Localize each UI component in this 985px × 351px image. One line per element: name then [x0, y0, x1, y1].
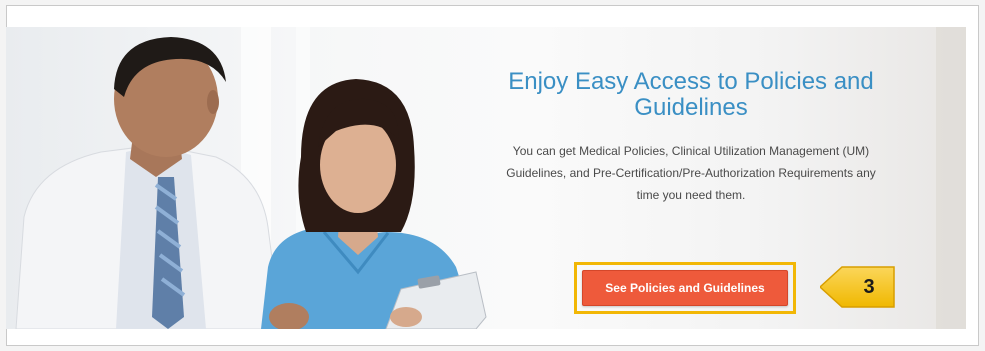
step-number: 3	[863, 276, 875, 298]
see-policies-button[interactable]: See Policies and Guidelines	[582, 270, 788, 306]
light-streak	[936, 27, 966, 329]
hero-headline: Enjoy Easy Access to Policies and Guidel…	[508, 68, 874, 121]
hero-photo	[15, 37, 487, 329]
cta-highlight-frame: See Policies and Guidelines	[574, 262, 796, 314]
hero-description: You can get Medical Policies, Clinical U…	[506, 144, 876, 202]
step-callout: 3	[820, 265, 896, 309]
